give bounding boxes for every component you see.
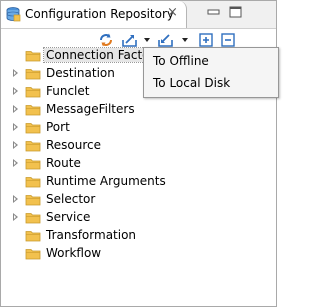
tree-item-transformation[interactable]: Transformation [1, 227, 276, 245]
menu-item-label: To Local Disk [153, 76, 231, 90]
minimize-icon[interactable] [206, 4, 222, 20]
expand-arrow-icon[interactable] [13, 195, 18, 203]
menu-item-label: To Offline [153, 54, 209, 68]
menu-item-to-local-disk[interactable]: To Local Disk [144, 72, 276, 94]
tree-item-service[interactable]: Service [1, 209, 276, 227]
view-title: Configuration Repository [25, 7, 175, 21]
expand-arrow-icon[interactable] [13, 105, 18, 113]
import-dropdown-arrow-icon[interactable] [182, 38, 188, 42]
folder-icon [25, 247, 41, 260]
tree-item-label: Destination [46, 66, 115, 80]
folder-icon [25, 85, 41, 98]
expand-arrow-icon[interactable] [13, 159, 18, 167]
folder-icon [25, 103, 41, 116]
tree-item-label: Transformation [46, 228, 137, 242]
folder-icon [25, 121, 41, 134]
tree-item-messagefilters[interactable]: MessageFilters [1, 101, 276, 119]
folder-icon [25, 157, 41, 170]
tree-item-label: Route [46, 156, 81, 170]
tree-item-label: Funclet [46, 84, 90, 98]
tree-item-label: Port [46, 120, 70, 134]
tree-item-label: Runtime Arguments [46, 174, 166, 188]
expand-arrow-icon[interactable] [13, 87, 18, 95]
repository-icon [5, 6, 21, 22]
export-dropdown-menu: To Offline To Local Disk [143, 47, 279, 98]
folder-icon [25, 175, 41, 188]
maximize-icon[interactable] [228, 4, 244, 20]
tree-item-route[interactable]: Route [1, 155, 276, 173]
tree-item-label: Selector [46, 192, 96, 206]
tree-item-selector[interactable]: Selector [1, 191, 276, 209]
tree-item-workflow[interactable]: Workflow [1, 245, 276, 263]
tree-item-runtime-arguments[interactable]: Runtime Arguments [1, 173, 276, 191]
folder-icon [25, 49, 41, 62]
view-tab[interactable]: Configuration Repository × [1, 1, 187, 28]
tree-item-label: MessageFilters [46, 102, 135, 116]
export-dropdown-arrow-icon[interactable] [144, 38, 150, 42]
tree-item-label: Service [46, 210, 91, 224]
view-tab-bar: Configuration Repository × [1, 1, 276, 29]
folder-icon [25, 229, 41, 242]
expand-arrow-icon[interactable] [13, 123, 18, 131]
folder-icon [25, 139, 41, 152]
expand-arrow-icon[interactable] [13, 141, 18, 149]
expand-arrow-icon[interactable] [13, 69, 18, 77]
close-icon[interactable]: × [167, 6, 178, 20]
tree-item-label: Workflow [46, 246, 102, 260]
menu-item-to-offline[interactable]: To Offline [144, 50, 276, 72]
folder-icon [25, 211, 41, 224]
tree-item-port[interactable]: Port [1, 119, 276, 137]
tree-item-resource[interactable]: Resource [1, 137, 276, 155]
folder-icon [25, 67, 41, 80]
folder-icon [25, 193, 41, 206]
expand-arrow-icon[interactable] [13, 213, 18, 221]
tree-item-label: Resource [46, 138, 102, 152]
